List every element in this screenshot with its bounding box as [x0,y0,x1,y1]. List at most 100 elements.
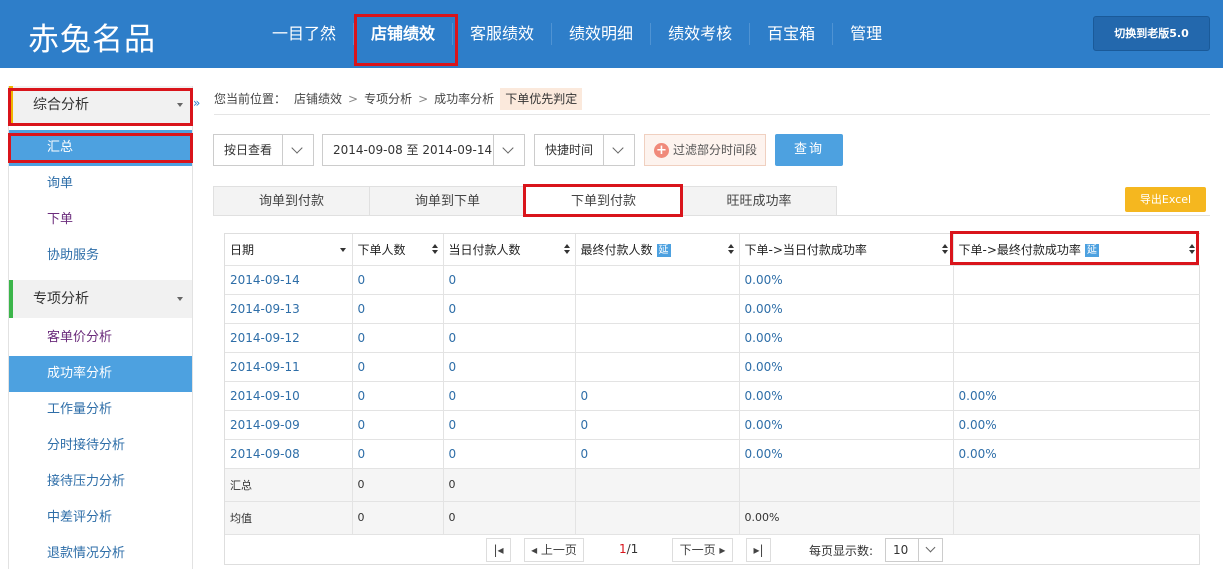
switch-old-version-button[interactable]: 切换到老版5.0 [1093,16,1210,51]
table-cell[interactable]: 2014-09-12 [225,323,353,353]
column-header-final-payers[interactable]: 最终付款人数延 [575,234,740,266]
table-cell: 0.00% [739,410,954,440]
quick-time-select[interactable]: 快捷时间 [534,134,635,166]
column-header-order-count[interactable]: 下单人数 [352,234,444,266]
nav-item-performance-review[interactable]: 绩效考核 [651,23,751,45]
highlight-box-section [8,88,193,126]
breadcrumb-separator: > [418,92,429,106]
filter-period-button[interactable]: + 过滤部分时间段 [644,134,766,166]
sidebar-section-special[interactable]: 专项分析 [9,280,192,318]
table-cell: 0.00% [953,381,1200,411]
table-cell: 0 [352,352,444,382]
top-header: 赤兔名品 一目了然 店铺绩效 客服绩效 绩效明细 绩效考核 百宝箱 管理 切换到… [0,0,1223,68]
sidebar-item-refund[interactable]: 退款情况分析 [9,536,192,572]
last-page-button[interactable]: ▸| [746,538,771,562]
per-page-label: 每页显示数: [809,544,874,558]
data-table: 日期 下单人数 当日付款人数 最终付款人数延 下单->当日付款成功率 下单->最… [224,233,1200,565]
sort-desc-icon [339,248,346,252]
date-range-select[interactable]: 2014-09-08 至 2014-09-14 [322,134,525,166]
prev-page-button[interactable]: ◂ 上一页 [524,538,584,562]
highlight-box-summary [8,133,193,163]
table-cell: 0.00% [739,265,954,295]
nav-item-cs-performance[interactable]: 客服绩效 [453,23,553,45]
view-mode-select[interactable]: 按日查看 [213,134,314,166]
sidebar-item-pressure[interactable]: 接待压力分析 [9,464,192,500]
table-cell[interactable]: 2014-09-11 [225,352,353,382]
nav-item-toolbox[interactable]: 百宝箱 [750,23,834,45]
nav-item-performance-detail[interactable]: 绩效明细 [552,23,652,45]
nav-item-manage[interactable]: 管理 [833,23,899,45]
column-header-same-day-payers[interactable]: 当日付款人数 [443,234,576,266]
expand-sidebar-icon[interactable]: » [193,96,200,110]
tab-inquiry-to-payment[interactable]: 询单到付款 [213,186,369,216]
column-header-same-day-rate[interactable]: 下单->当日付款成功率 [739,234,954,266]
filter-period-label: 过滤部分时间段 [673,143,758,157]
summary-cell: 0.00% [739,501,954,535]
nav-item-overview[interactable]: 一目了然 [255,23,355,45]
breadcrumb-item[interactable]: 专项分析 [364,88,412,110]
breadcrumb-item[interactable]: 成功率分析 [434,88,494,110]
query-button[interactable]: 查询 [775,134,843,166]
per-page-value: 10 [893,543,909,557]
summary-cell [953,501,1200,535]
divider [213,215,1210,216]
pagination: |◂ ◂ 上一页 1/1 下一页 ▸ ▸| 每页显示数: 10 [224,534,1200,565]
highlight-box-column [950,231,1199,265]
table-cell [575,294,740,324]
breadcrumb-prefix: 您当前位置： [214,92,287,106]
page-indicator: 1/1 [619,542,639,556]
table-cell[interactable]: 2014-09-08 [225,439,353,469]
column-header-date[interactable]: 日期 [225,234,353,266]
next-page-button[interactable]: 下一页 ▸ [672,538,733,562]
summary-cell [953,468,1200,502]
table-cell: 0.00% [739,294,954,324]
breadcrumb-current: 下单优先判定 [500,88,583,110]
sort-icon [727,244,734,255]
table-cell: 0 [443,381,576,411]
table-row: 2014-09-11 0 0 0.00% [225,352,1200,382]
chevron-down-icon [918,539,942,561]
first-page-button[interactable]: |◂ [486,538,511,562]
table-cell: 0 [443,294,576,324]
divider [214,114,1210,115]
sidebar-item-workload[interactable]: 工作量分析 [9,392,192,428]
date-range-value: 2014-09-08 至 2014-09-14 [333,143,493,157]
table-cell [953,352,1200,382]
table-cell [575,265,740,295]
summary-cell: 0 [443,468,576,502]
caret-down-icon [177,297,183,301]
sidebar-item-unit-price[interactable]: 客单价分析 [9,320,192,356]
summary-cell [739,468,954,502]
summary-cell: 0 [352,468,444,502]
table-cell: 0 [443,323,576,353]
sidebar-item-bad-review[interactable]: 中差评分析 [9,500,192,536]
table-cell: 0.00% [739,381,954,411]
table-cell[interactable]: 2014-09-14 [225,265,353,295]
table-cell: 0 [443,265,576,295]
sidebar-item-inquiry[interactable]: 询单 [9,166,192,202]
tab-inquiry-to-order[interactable]: 询单到下单 [369,186,525,216]
table-cell: 0 [575,381,740,411]
sort-icon [941,244,948,255]
tab-wangwang-success[interactable]: 旺旺成功率 [681,186,837,216]
breadcrumb-item[interactable]: 店铺绩效 [294,88,342,110]
summary-row: 汇总 0 0 [225,468,1200,502]
table-row: 2014-09-13 0 0 0.00% [225,294,1200,324]
table-cell: 0 [352,439,444,469]
sidebar-item-assist[interactable]: 协助服务 [9,238,192,274]
sort-icon [563,244,570,255]
quick-time-value: 快捷时间 [545,143,594,157]
sidebar-item-hourly[interactable]: 分时接待分析 [9,428,192,464]
table-cell[interactable]: 2014-09-09 [225,410,353,440]
table-cell: 0 [575,439,740,469]
sidebar-item-success-rate[interactable]: 成功率分析 [9,356,192,392]
summary-cell [575,468,740,502]
table-cell[interactable]: 2014-09-13 [225,294,353,324]
table-cell[interactable]: 2014-09-10 [225,381,353,411]
per-page-select[interactable]: 10 [885,538,943,562]
sidebar-item-order[interactable]: 下单 [9,202,192,238]
table-cell: 0 [352,265,444,295]
table-cell: 0 [352,294,444,324]
export-excel-button[interactable]: 导出Excel [1125,187,1206,212]
highlight-box-nav [354,14,458,66]
